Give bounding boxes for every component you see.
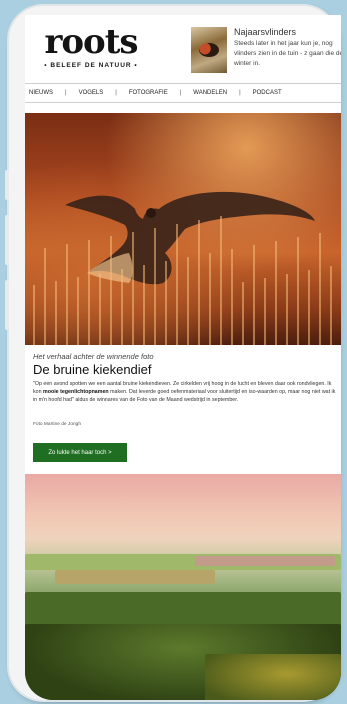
field-shape (195, 556, 335, 566)
article-body: "Op een avond spotten we een aantal brui… (33, 380, 339, 405)
reed-stalk (77, 277, 79, 345)
landscape-image[interactable] (25, 474, 341, 700)
reed-stalk (297, 237, 299, 345)
reed-stalk (121, 269, 123, 345)
phone-side-button (5, 170, 9, 200)
main-nav: NIEUWS | VOGELS | FOTOGRAFIE | WANDELEN | PODCAS… (25, 83, 341, 103)
article-kicker: Het verhaal achter de winnende foto (33, 352, 154, 361)
reed-stalk (231, 249, 233, 345)
roots-logo[interactable]: roots • BELEEF DE NATUUR • (31, 25, 151, 69)
nav-separator: | (115, 90, 117, 96)
reed-stalk (253, 245, 255, 345)
bird-silhouette-icon (65, 191, 315, 285)
nav-separator: | (239, 90, 241, 96)
field-shape (205, 654, 341, 700)
article-title[interactable]: De bruine kiekendief (33, 362, 152, 377)
nav-item-nieuws[interactable]: NIEUWS (25, 90, 57, 96)
reed-stalk (154, 228, 156, 345)
reed-stalk (264, 278, 266, 345)
reed-stalk (286, 274, 288, 345)
reed-stalk (99, 273, 101, 345)
nav-item-fotografie[interactable]: FOTOGRAFIE (125, 90, 172, 96)
nav-item-podcast[interactable]: PODCAST (249, 90, 286, 96)
logo-word: roots (44, 22, 138, 62)
reed-stalk (132, 232, 134, 345)
reed-stalk (187, 257, 189, 345)
reed-stalk (110, 236, 112, 345)
reed-stalk (165, 261, 167, 345)
reed-stalk (66, 244, 68, 345)
reed-stalk (330, 266, 332, 345)
reed-stalk (44, 248, 46, 345)
hero-image-marsh-harrier[interactable] (25, 113, 341, 345)
photo-credit: Foto Martine de Jongh (33, 422, 81, 427)
reed-stalk (176, 224, 178, 345)
article-body-bold: mooie tegenlichtopnamen (43, 389, 109, 396)
logo-tagline: • BELEEF DE NATUUR • (44, 62, 138, 69)
butterfly-icon (199, 43, 219, 57)
reed-stalk (88, 240, 90, 345)
nav-item-wandelen[interactable]: WANDELEN (189, 90, 231, 96)
reed-stalk (308, 270, 310, 345)
reed-stalk (275, 241, 277, 345)
reed-stalk (220, 216, 222, 345)
reed-stalk (33, 285, 35, 345)
reed-stalk (55, 281, 57, 345)
reed-stalk (319, 233, 321, 345)
reed-stalk (198, 220, 200, 345)
nav-separator: | (179, 90, 182, 96)
reed-stalk (242, 282, 244, 345)
reed-stalk (143, 265, 145, 345)
nav-item-vogels[interactable]: VOGELS (75, 90, 108, 96)
reed-stalk (209, 253, 211, 345)
promo-thumbnail-butterfly[interactable] (191, 27, 227, 73)
phone-volume-up-button (5, 215, 9, 265)
nav-separator: | (65, 90, 67, 96)
promo-title[interactable]: Najaarsvlinders (234, 27, 296, 37)
phone-screen: roots • BELEEF DE NATUUR • Najaarsvlinde… (25, 15, 341, 700)
promo-text: Steeds later in het jaar kun je, nog vli… (234, 40, 341, 67)
phone-volume-down-button (5, 280, 9, 330)
field-shape (55, 570, 215, 584)
read-more-button[interactable]: Zo lukte het haar toch > (33, 443, 127, 462)
